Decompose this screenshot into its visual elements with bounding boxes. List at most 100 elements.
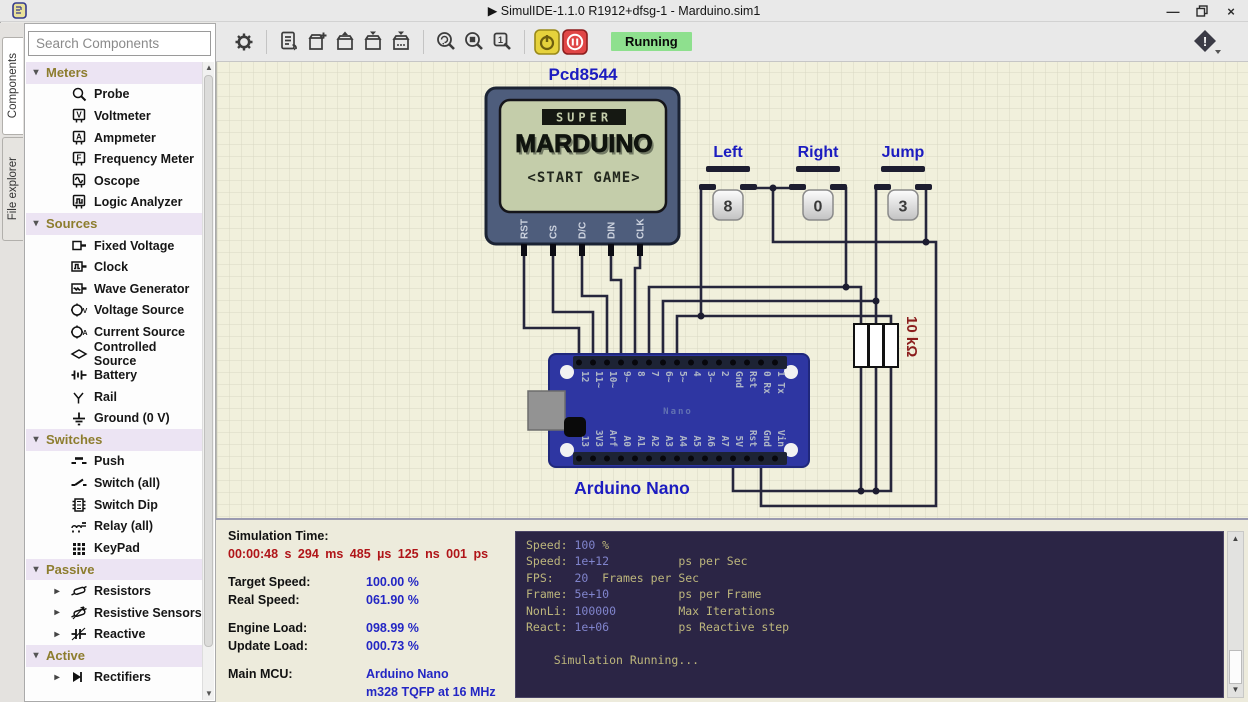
open-circuit-icon[interactable] [331,28,359,56]
tree-category[interactable]: ▾Sources [26,213,202,235]
sidebar-scrollbar[interactable]: ▲ ▼ [202,62,214,700]
tab-file-explorer[interactable]: File explorer [2,137,23,241]
tab-components[interactable]: Components [2,37,23,135]
tree-item[interactable]: ▸ Rectifiers [26,667,202,689]
item-label: Fixed Voltage [94,239,174,253]
tree-item[interactable]: ▸Resistors [26,580,202,602]
arduino-nano-board[interactable]: 121311~3V310~Arf9~A08A17A26~A35~A44A53~A… [528,354,809,467]
tree-item[interactable]: VVoltmeter [26,105,202,127]
tree-item[interactable]: Relay (all) [26,515,202,537]
battery-icon [64,367,94,383]
pin-label-top: 8 [635,371,646,377]
board-text: Nano [663,407,693,417]
pin-label-bottom: Rst [747,430,758,447]
push-icon [64,453,94,469]
pin-label-bottom: Vin [775,430,786,447]
category-label: Passive [46,562,94,577]
chevron-right-icon[interactable]: ▸ [50,586,64,597]
save-as-circuit-icon[interactable] [387,28,415,56]
button-label: Jump [882,144,925,161]
console-scroll-down-icon[interactable]: ▼ [1228,683,1243,697]
circuit-canvas[interactable]: 10 kΩ Pcd8544 SUPER MARDUINO MARDUINO <S… [216,62,1248,518]
tree-item[interactable]: Logic Analyzer [26,192,202,214]
new-circuit-icon[interactable] [303,28,331,56]
scroll-down-icon[interactable]: ▼ [203,688,215,700]
console-line: Speed: 100 % [526,537,1223,553]
chevron-down-icon: ▾ [26,218,46,229]
minimize-button[interactable]: — [1166,4,1180,18]
arduino-caption: Arduino Nano [574,478,690,498]
chevron-right-icon[interactable]: ▸ [50,629,64,640]
pin-label-top: 1 Tx [775,371,786,394]
svg-text:V: V [83,308,88,315]
pin-label-bottom: A3 [663,436,674,448]
search-input[interactable] [28,31,211,56]
tree-item[interactable]: Battery [26,364,202,386]
tree-category[interactable]: ▾Switches [26,429,202,451]
pin-label-bottom: A6 [705,436,716,448]
tree-item[interactable]: Clock [26,256,202,278]
tree-category[interactable]: ▾Active [26,645,202,667]
tree-item[interactable]: Wave Generator [26,278,202,300]
simulide-window: { "window": { "title": "▶ SimulIDE-1.1.0… [0,0,1248,702]
console-scrollbar[interactable]: ▲ ▼ [1227,531,1244,698]
zoom-fit-icon[interactable] [432,28,460,56]
item-label: Resistive Sensors [94,606,202,620]
console-line: NonLi: 100000 Max Iterations [526,603,1223,619]
tree-item[interactable]: Push [26,451,202,473]
tree-category[interactable]: ▾Passive [26,559,202,581]
item-label: Rectifiers [94,670,151,684]
reset-button[interactable] [564,417,586,437]
zoom-selected-icon[interactable] [460,28,488,56]
zoom-one-icon[interactable]: 1 [488,28,516,56]
console-scrollbar-thumb[interactable] [1229,650,1242,684]
components-panel: ▾Meters Probe VVoltmeterAAmpmeterFFrequenc… [24,23,216,702]
pin-label-bottom: A7 [719,436,730,447]
tree-item[interactable]: FFrequency Meter [26,148,202,170]
info-button[interactable]: ! [1192,28,1222,61]
tree-item[interactable]: Probe [26,84,202,106]
ctrlsource-icon [64,346,94,362]
restore-button[interactable] [1195,4,1209,18]
title-bar[interactable]: ▶ SimulIDE-1.1.0 R1912+dfsg-1 - Marduino… [0,0,1248,22]
item-label: Battery [94,368,137,382]
pin-label-bottom: 3V3 [593,430,604,447]
chevron-right-icon[interactable]: ▸ [50,607,64,618]
scroll-up-icon[interactable]: ▲ [203,62,215,74]
item-label: Switch (all) [94,476,160,490]
lcd-display[interactable]: SUPER MARDUINO MARDUINO <START GAME> RST… [486,88,679,256]
category-label: Sources [46,216,97,231]
save-circuit-icon[interactable] [359,28,387,56]
pin-label-bottom: 5V [733,436,744,448]
tree-item[interactable]: Switch Dip [26,494,202,516]
tree-item[interactable]: Ground (0 V) [26,408,202,430]
close-button[interactable]: × [1224,4,1238,18]
recent-circuits-icon[interactable] [275,28,303,56]
tree-item[interactable]: ▸ Resistive Sensors [26,602,202,624]
console-scroll-up-icon[interactable]: ▲ [1228,532,1243,546]
tree-item[interactable]: Switch (all) [26,472,202,494]
tree-item[interactable]: AAmpmeter [26,127,202,149]
item-label: Probe [94,87,129,101]
tree-item[interactable]: ▸Reactive [26,623,202,645]
chevron-down-icon: ▾ [26,650,46,661]
tree-item[interactable]: KeyPad [26,537,202,559]
chevron-right-icon[interactable]: ▸ [50,672,64,683]
probe-icon [64,86,94,102]
pin-label-top: 10~ [607,371,618,388]
tree-item[interactable]: Fixed Voltage [26,235,202,257]
pullup-resistors[interactable] [854,324,898,367]
console-line: FPS: 20 Frames per Sec [526,570,1223,586]
tree-category[interactable]: ▾Meters [26,62,202,84]
pin-label-bottom: 13 [579,436,590,448]
scrollbar-thumb[interactable] [204,75,213,647]
pin-label-bottom: A1 [635,436,646,448]
tree-item[interactable]: Rail [26,386,202,408]
power-run-button[interactable] [533,28,561,56]
tree-item[interactable]: Controlled Source [26,343,202,365]
settings-gear-icon[interactable] [230,28,258,56]
tree-item[interactable]: Oscope [26,170,202,192]
lcd-title: Pcd8544 [549,65,619,84]
pause-button[interactable] [561,28,589,56]
tree-item[interactable]: VVoltage Source [26,300,202,322]
